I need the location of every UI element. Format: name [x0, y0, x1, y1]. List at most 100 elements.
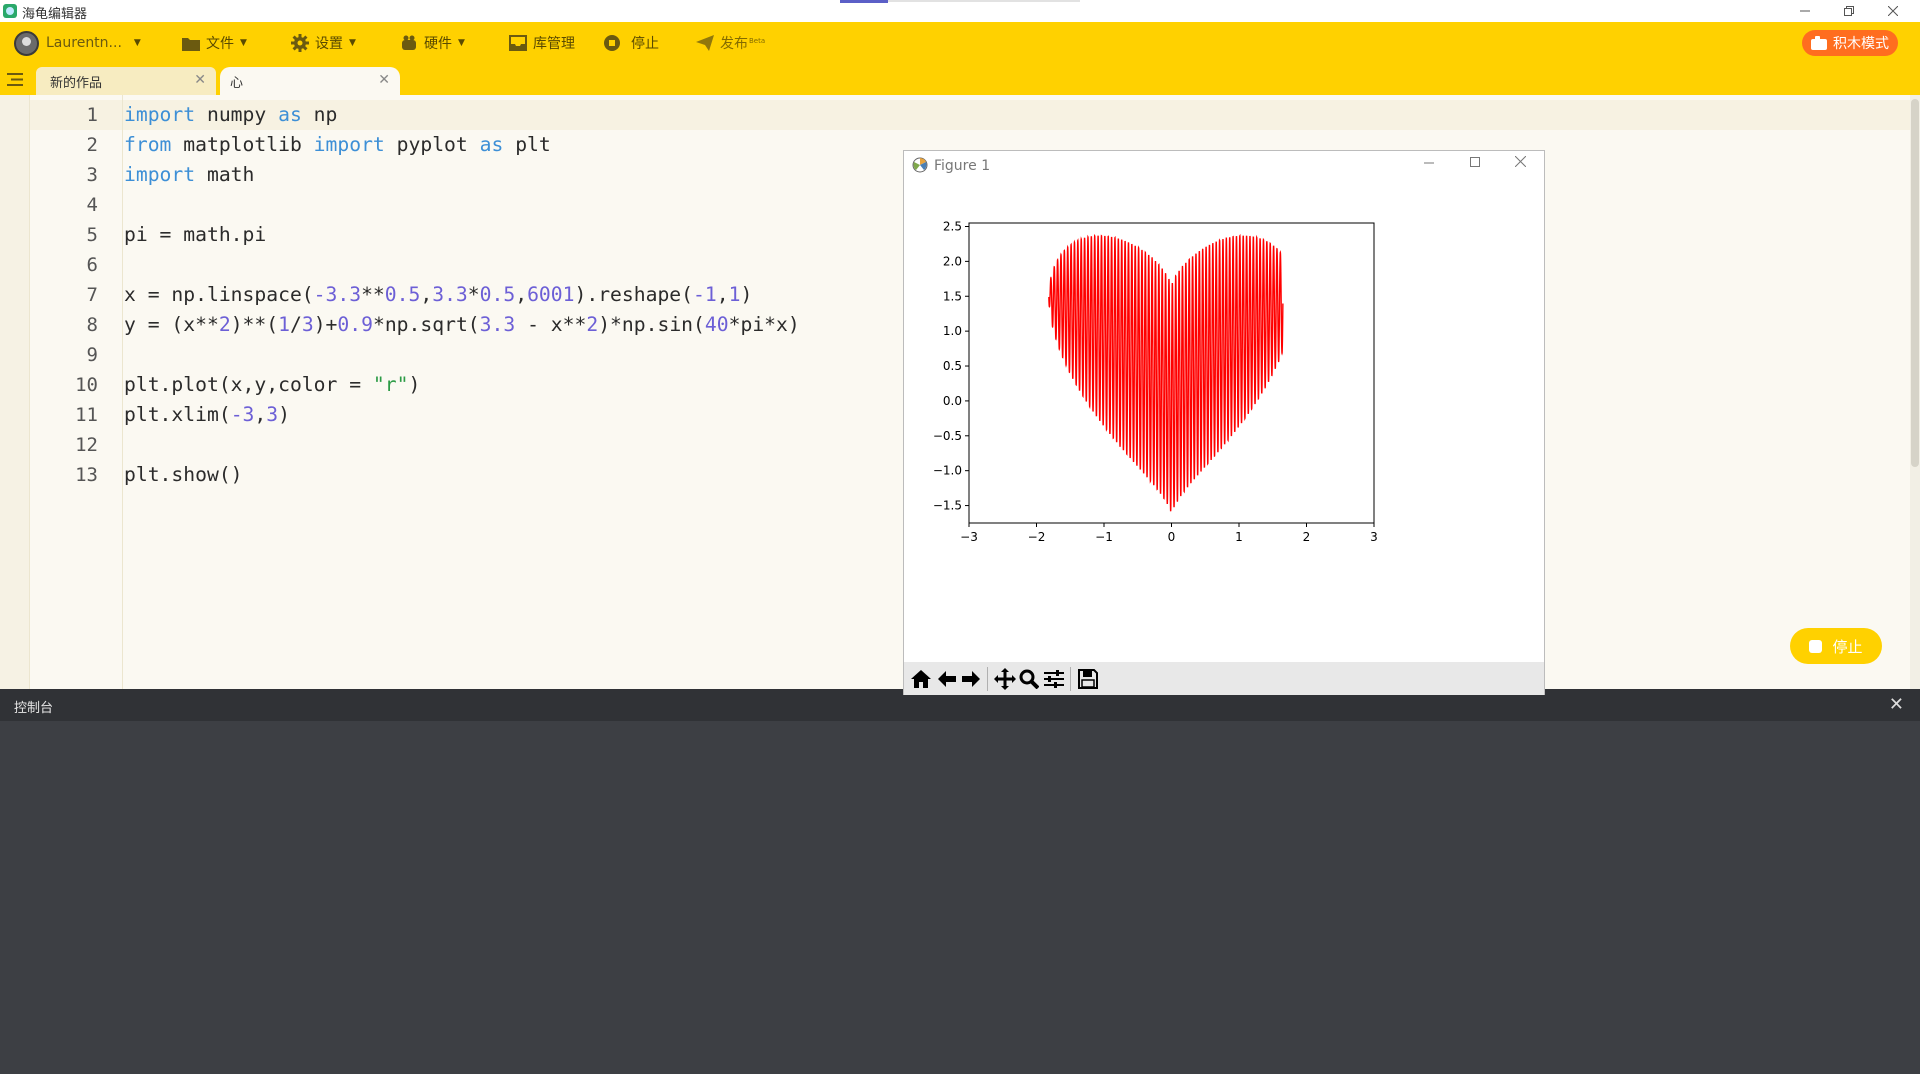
code-line[interactable]: plt.show(): [124, 460, 800, 490]
code-line[interactable]: from matplotlib import pyplot as plt: [124, 130, 800, 160]
user-name: Laurentn...: [46, 35, 122, 51]
title-bar-divider: [888, 0, 1080, 2]
figure-navigation-toolbar: [904, 662, 1544, 695]
configure-subplots-button[interactable]: [1041, 666, 1067, 692]
editor-scrollbar[interactable]: [1910, 95, 1920, 689]
y-tick-label: 0.0: [943, 394, 962, 408]
code-line[interactable]: x = np.linspace(-3.3**0.5,3.3*0.5,6001).…: [124, 280, 800, 310]
home-button[interactable]: [908, 666, 934, 692]
editor-app-window: 海龟编辑器 Laurentn... ▼ 文件 ▼ 设置 ▼ 硬件 ▼ 库管理 停…: [0, 0, 1920, 1074]
gear-icon: [291, 34, 309, 52]
forward-button[interactable]: [958, 666, 984, 692]
console-output[interactable]: [0, 721, 1920, 1074]
figure-minimize-button[interactable]: [1424, 155, 1434, 171]
maximize-icon: [1470, 157, 1480, 167]
code-token: plt.show(): [124, 463, 243, 486]
scrollbar-thumb[interactable]: [1911, 99, 1919, 467]
configure-subplots-icon: [1044, 670, 1064, 688]
close-window-button[interactable]: [1870, 0, 1916, 22]
inbox-icon: [509, 35, 527, 51]
code-token: -3.3: [313, 283, 362, 306]
avatar[interactable]: [14, 31, 39, 56]
x-tick-label: 2: [1303, 530, 1311, 544]
code-token: )**(: [230, 313, 279, 336]
figure-close-button[interactable]: [1514, 155, 1527, 171]
x-tick-label: −2: [1028, 530, 1046, 544]
code-token: /: [289, 313, 302, 336]
code-line[interactable]: [124, 250, 800, 280]
code-line[interactable]: import math: [124, 160, 800, 190]
x-tick-label: 1: [1235, 530, 1243, 544]
y-tick-label: 0.5: [943, 359, 962, 373]
code-line[interactable]: import numpy as np: [124, 100, 800, 130]
code-line[interactable]: [124, 340, 800, 370]
y-tick-label: 1.5: [943, 289, 962, 303]
save-figure-button[interactable]: [1075, 666, 1101, 692]
block-mode-button[interactable]: 积木模式: [1802, 30, 1898, 56]
code-token: as: [278, 103, 302, 126]
tab-heart[interactable]: 心 ✕: [220, 67, 400, 95]
file-menu-label: 文件: [206, 36, 234, 52]
save-icon: [1078, 669, 1098, 689]
code-token: ,: [515, 283, 528, 306]
close-icon[interactable]: ✕: [194, 72, 206, 88]
code-token: *: [467, 283, 480, 306]
title-bar: 海龟编辑器: [0, 0, 1920, 22]
window-title: 海龟编辑器: [22, 7, 88, 22]
close-icon[interactable]: ✕: [378, 72, 390, 88]
restore-button[interactable]: [1826, 0, 1872, 22]
code-token: ,: [716, 283, 729, 306]
line-number: 4: [86, 194, 98, 216]
y-tick-label: 1.0: [943, 324, 962, 338]
user-menu[interactable]: Laurentn... ▼: [46, 22, 141, 64]
code-token: **: [361, 283, 385, 306]
back-button[interactable]: [934, 666, 960, 692]
code-token: 3.3: [432, 283, 468, 306]
library-manager-button[interactable]: 库管理: [509, 22, 575, 64]
plot-canvas[interactable]: −3 −2 −1 0 1 2 3 2.5 2.0 1.5 1.0 0.5 0.0 −0.5 −1.0 −1.5: [904, 181, 1544, 613]
code-token: 0.5: [384, 283, 421, 306]
send-icon: [696, 35, 714, 51]
line-number: 8: [86, 314, 98, 336]
code-token: ).reshape(: [574, 283, 694, 306]
line-number: 7: [86, 284, 98, 306]
code-token: ): [740, 283, 753, 306]
forward-arrow-icon: [962, 671, 980, 687]
code-token: numpy: [195, 103, 279, 126]
y-tick-label: −0.5: [933, 429, 962, 443]
code-token: x = np.linspace(: [124, 283, 314, 306]
stop-label: 停止: [631, 36, 659, 52]
title-bar-indicator: [840, 0, 888, 3]
line-number: 1: [86, 104, 98, 126]
hardware-menu-button[interactable]: 硬件 ▼: [400, 22, 465, 64]
menu-list-icon[interactable]: [7, 72, 23, 87]
settings-menu-button[interactable]: 设置 ▼: [291, 22, 356, 64]
stop-square-icon: [1809, 639, 1823, 653]
tab-label: 新的作品: [50, 75, 103, 91]
line-number: 2: [86, 134, 98, 156]
code-line[interactable]: [124, 190, 800, 220]
stop-button[interactable]: 停止: [603, 22, 659, 64]
code-token: pyplot: [384, 133, 480, 156]
run-stop-button[interactable]: 停止: [1790, 628, 1882, 664]
close-icon: [1514, 155, 1527, 168]
code-token: )+: [313, 313, 338, 336]
minimize-button[interactable]: [1782, 0, 1828, 22]
code-token: 1: [728, 283, 741, 306]
file-menu-button[interactable]: 文件 ▼: [182, 22, 247, 64]
pan-button[interactable]: [992, 666, 1018, 692]
code-line[interactable]: plt.plot(x,y,color = "r"): [124, 370, 800, 400]
zoom-button[interactable]: [1016, 666, 1042, 692]
figure-title-bar: Figure 1: [904, 151, 1544, 181]
code-token: ): [278, 403, 290, 426]
figure-maximize-button[interactable]: [1470, 155, 1480, 171]
code-line[interactable]: plt.xlim(-3,3): [124, 400, 800, 430]
line-number: 13: [75, 464, 98, 486]
close-icon[interactable]: ✕: [1889, 694, 1904, 715]
tab-new-work[interactable]: 新的作品 ✕: [36, 67, 216, 95]
code-line[interactable]: [124, 430, 800, 460]
code-line[interactable]: pi = math.pi: [124, 220, 800, 250]
publish-button[interactable]: 发布 Beta: [696, 22, 765, 64]
code-line[interactable]: y = (x**2)**(1/3)+0.9*np.sqrt(3.3 - x**2…: [124, 310, 800, 340]
code-content[interactable]: import numpy as np from matplotlib import…: [124, 100, 800, 490]
